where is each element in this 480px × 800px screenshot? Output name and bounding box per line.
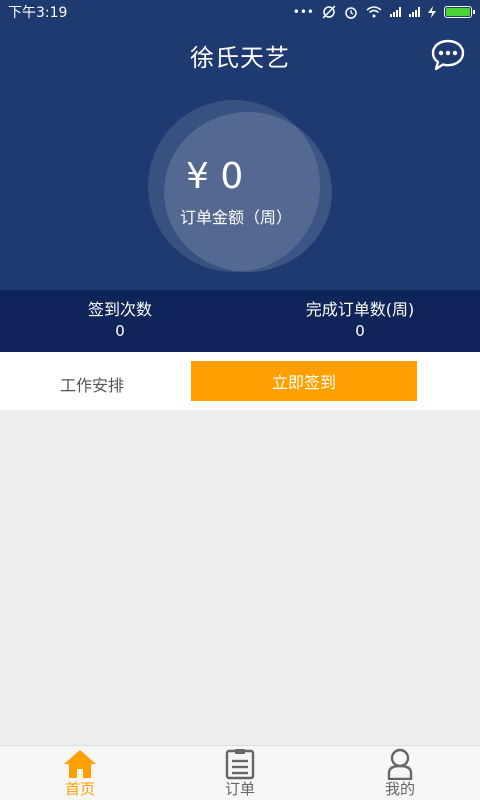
tab-label: 我的 xyxy=(384,780,415,798)
checkin-button[interactable]: 立即签到 xyxy=(191,361,417,401)
stats-bar: 签到次数 0 完成订单数(周) 0 xyxy=(0,290,480,352)
alarm-icon xyxy=(345,7,357,19)
signal-icon xyxy=(390,7,401,17)
tab-home[interactable]: 首页 xyxy=(0,746,160,800)
sync-off-icon xyxy=(322,5,336,19)
status-time: 下午3:19 xyxy=(8,5,68,21)
order-amount-label: 订单金额（周） xyxy=(180,208,293,227)
action-row: 工作安排 立即签到 xyxy=(0,352,480,410)
stat-value: 0 xyxy=(355,322,365,340)
charging-icon xyxy=(428,6,436,18)
stat-checkin-count: 签到次数 0 xyxy=(0,290,240,352)
status-icons: ••• xyxy=(292,5,475,19)
chat-bubble-icon[interactable] xyxy=(430,38,466,72)
bottom-tab-bar: 首页 订单 我的 xyxy=(0,745,480,800)
more-dots-icon: ••• xyxy=(292,5,314,19)
tab-orders[interactable]: 订单 xyxy=(160,746,320,800)
clipboard-icon xyxy=(225,749,255,780)
page-title: 徐氏天艺 xyxy=(190,44,290,72)
stat-label: 完成订单数(周) xyxy=(305,300,415,319)
status-bar: 下午3:19 ••• xyxy=(0,0,480,24)
tab-label: 订单 xyxy=(224,780,255,798)
tab-label: 首页 xyxy=(64,780,95,798)
wifi-icon xyxy=(366,6,382,18)
stat-completed-orders: 完成订单数(周) 0 xyxy=(240,290,480,352)
user-icon xyxy=(387,748,413,780)
stat-label: 签到次数 xyxy=(87,300,152,319)
stat-value: 0 xyxy=(115,322,125,340)
order-amount-value: ¥ 0 xyxy=(186,156,244,197)
battery-icon xyxy=(444,6,475,18)
tab-mine[interactable]: 我的 xyxy=(320,746,480,800)
signal-icon-2 xyxy=(409,7,420,17)
work-schedule-link[interactable]: 工作安排 xyxy=(60,372,124,396)
home-icon xyxy=(64,750,96,778)
